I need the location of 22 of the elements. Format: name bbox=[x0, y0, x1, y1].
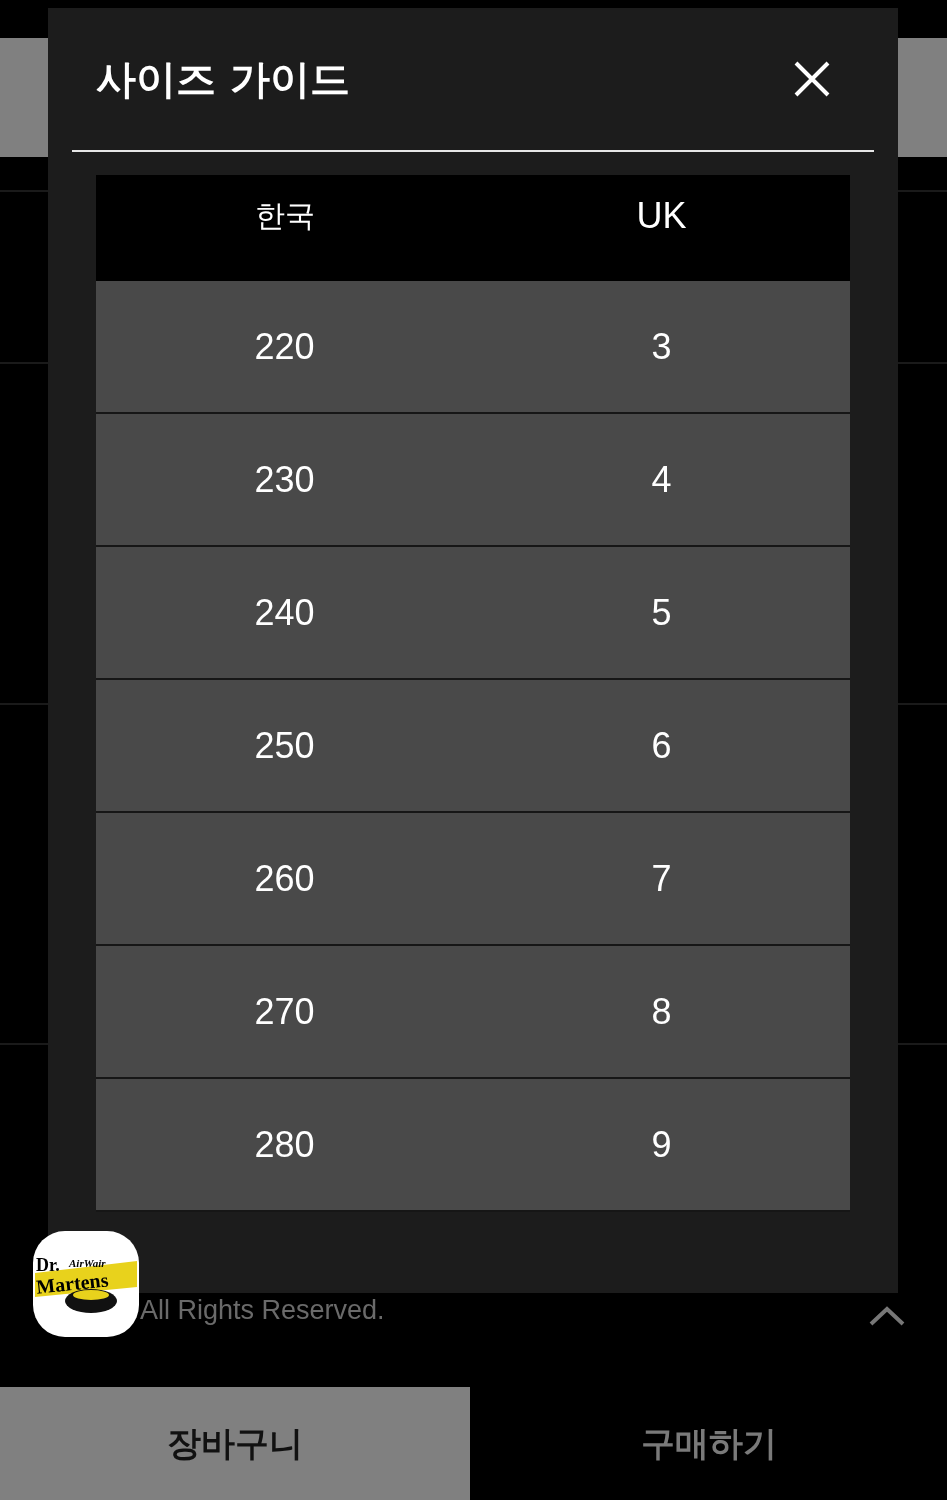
table-cell-text: 8 bbox=[650, 989, 673, 1034]
table-cell-text: 240 bbox=[253, 590, 316, 635]
close-icon[interactable] bbox=[794, 61, 830, 97]
table-cell-text: 7 bbox=[650, 856, 673, 901]
table-cell-text: 6 bbox=[650, 723, 673, 768]
column-header: UK bbox=[635, 194, 688, 238]
table-cell-text: 260 bbox=[253, 856, 316, 901]
table-cell-text: 280 bbox=[253, 1122, 316, 1167]
brand-logo[interactable]: Dr. AirWair Martens bbox=[33, 1231, 139, 1337]
table-cell-text: 250 bbox=[253, 723, 316, 768]
table-cell-text: 230 bbox=[253, 457, 316, 502]
table-cell-text: 270 bbox=[253, 989, 316, 1034]
table-cell-text: 9 bbox=[650, 1122, 673, 1167]
copyright-text: All Rights Reserved. bbox=[140, 1295, 385, 1326]
scroll-top-icon[interactable] bbox=[869, 1305, 905, 1326]
cart-button[interactable]: 장바구니 bbox=[0, 1387, 470, 1500]
table-cell-text: 5 bbox=[650, 590, 673, 635]
table-cell-text: 4 bbox=[650, 457, 673, 502]
dialog-title: 사이즈 가이드 bbox=[96, 54, 350, 104]
table-cell-text: 3 bbox=[650, 324, 673, 369]
table-cell-text: 220 bbox=[253, 324, 316, 369]
column-header: 한국 bbox=[253, 196, 316, 235]
